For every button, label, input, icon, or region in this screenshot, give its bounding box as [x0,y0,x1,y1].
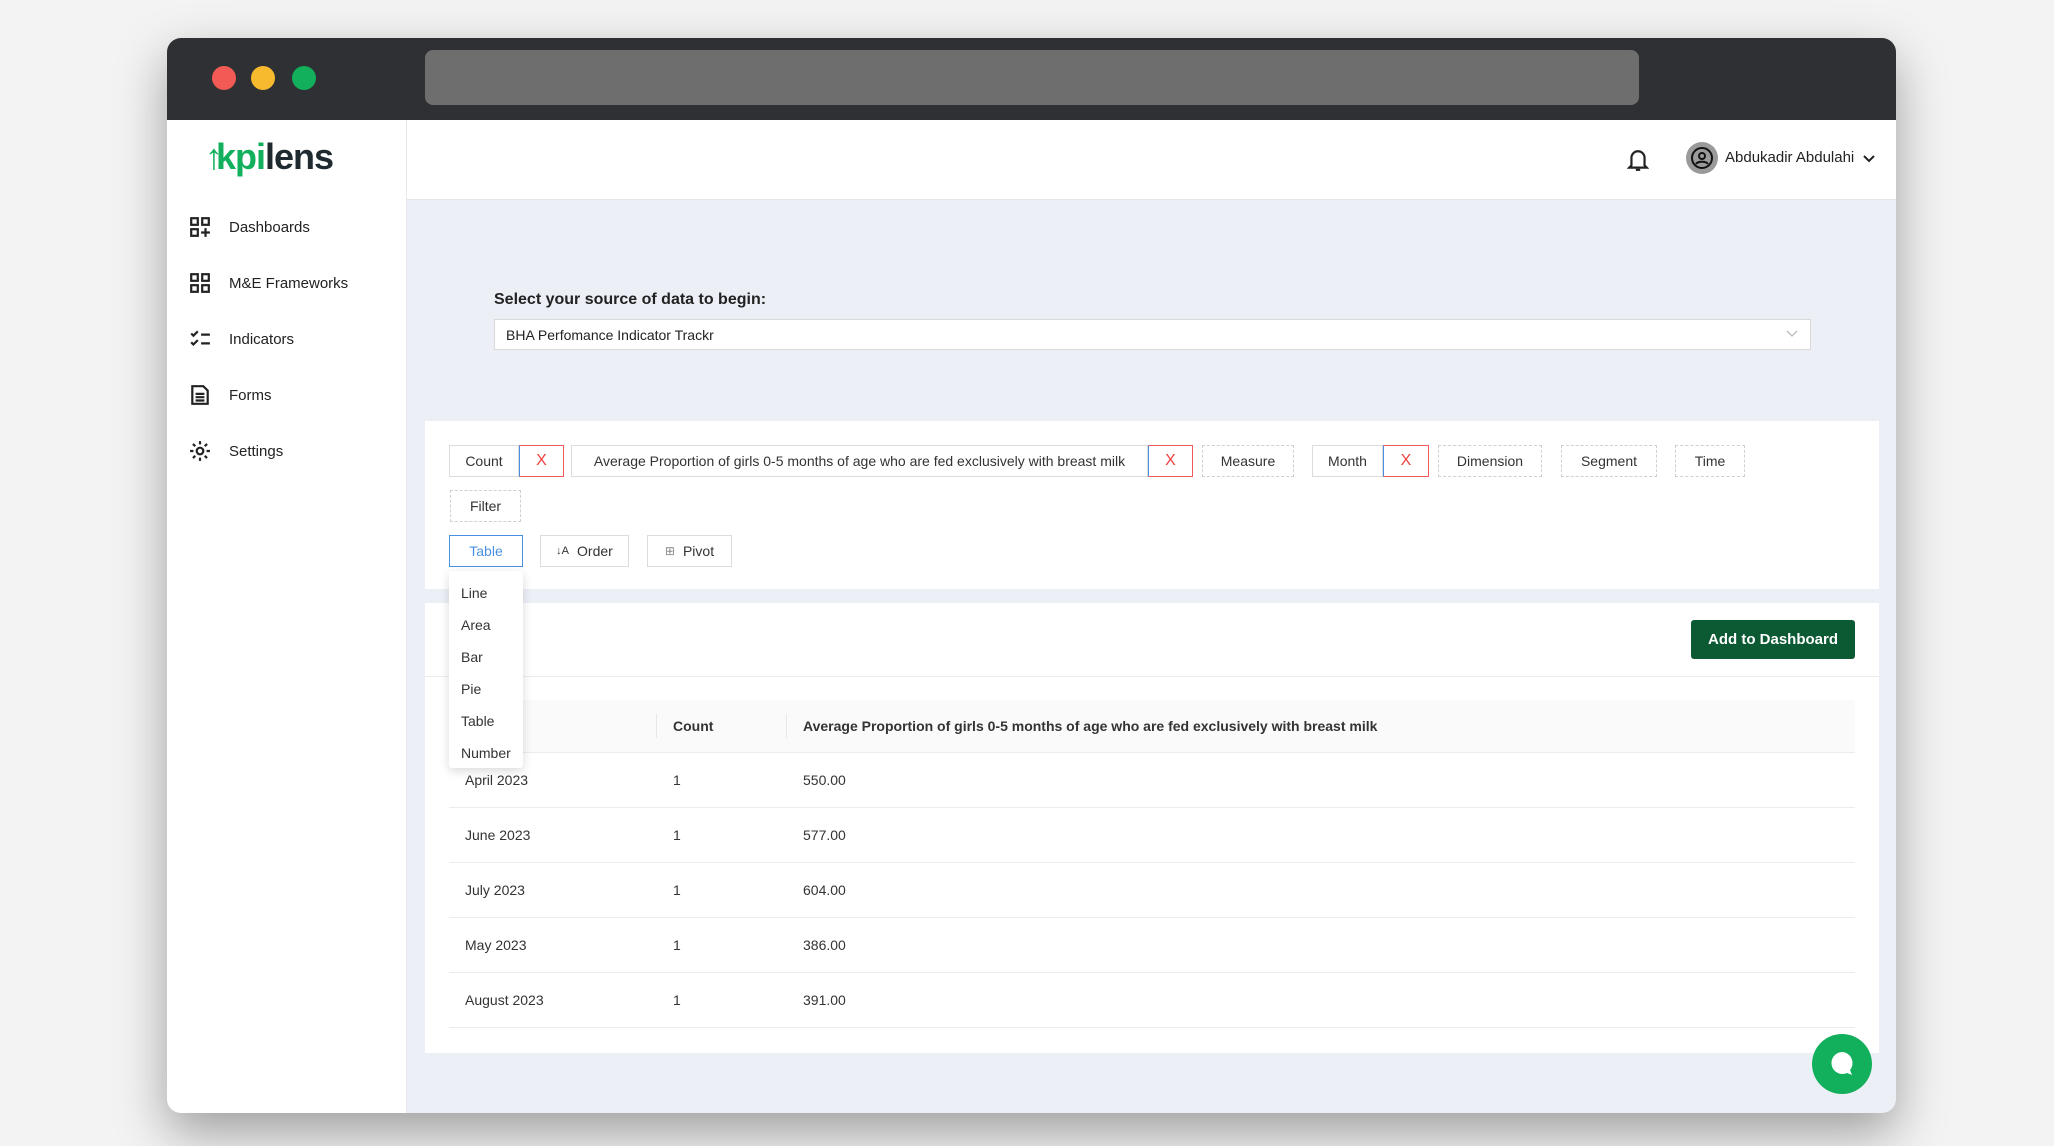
table-cell: 550.00 [803,772,846,788]
table-cell: 391.00 [803,992,846,1008]
chart-option-number[interactable]: Number [449,737,523,769]
remove-measure-count-button[interactable]: X [519,445,564,477]
document-icon [191,385,209,405]
table-cell: June 2023 [465,827,531,843]
pivot-icon: ⊞ [664,544,675,558]
chart-option-area[interactable]: Area [449,609,523,641]
table-cell: 1 [673,937,681,953]
sidebar: ↑kpilens Dashboards M&E Frameworks Indic… [167,120,407,1113]
sidebar-item-label: Dashboards [229,218,310,236]
add-time-button[interactable]: Time [1675,445,1745,477]
minimize-window-button[interactable] [251,66,275,90]
add-to-dashboard-button[interactable]: Add to Dashboard [1691,620,1855,659]
sidebar-item-frameworks[interactable]: M&E Frameworks [189,268,348,298]
grid-icon [190,273,210,293]
title-bar [167,38,1896,120]
sidebar-item-label: Indicators [229,330,295,348]
sidebar-item-label: M&E Frameworks [229,274,349,292]
pivot-label: Pivot [682,543,715,559]
gear-icon [190,441,210,461]
sidebar-item-label: Settings [229,442,284,460]
data-source-select[interactable]: BHA Perfomance Indicator Trackr [494,319,1811,350]
logo[interactable]: ↑kpilens [205,136,334,178]
table-header: Count Average Proportion of girls 0-5 mo… [449,700,1855,753]
chart-option-table[interactable]: Table [449,705,523,737]
pivot-button[interactable]: ⊞ Pivot [647,535,732,567]
table-cell: April 2023 [465,772,529,788]
chart-type-dropdown: Line Area Bar Pie Table Number [449,571,523,768]
sidebar-item-forms[interactable]: Forms [189,380,272,410]
column-header-avg-proportion[interactable]: Average Proportion of girls 0-5 months o… [803,718,1377,734]
maximize-window-button[interactable] [292,66,316,90]
add-measure-button[interactable]: Measure [1202,445,1294,477]
column-header-count[interactable]: Count [673,718,713,734]
sort-icon: ↓A [556,545,570,557]
sidebar-item-dashboards[interactable]: Dashboards [189,212,310,242]
bell-icon[interactable] [1627,148,1649,172]
data-source-value: BHA Perfomance Indicator Trackr [506,327,714,343]
chart-option-line[interactable]: Line [449,577,523,609]
sidebar-item-indicators[interactable]: Indicators [189,324,294,354]
table-cell: 577.00 [803,827,846,843]
add-dimension-button[interactable]: Dimension [1438,445,1542,477]
table-cell: 604.00 [803,882,846,898]
remove-dimension-month-button[interactable]: X [1383,445,1429,477]
divider [425,676,1879,677]
dashboard-add-icon [190,217,210,237]
dimension-chip-month[interactable]: Month [1312,445,1383,477]
sidebar-item-label: Forms [229,386,272,404]
add-segment-button[interactable]: Segment [1561,445,1657,477]
avatar[interactable] [1686,142,1718,174]
order-button[interactable]: ↓A Order [540,535,629,567]
table-cell: July 2023 [465,882,525,898]
measure-chip-avg-proportion[interactable]: Average Proportion of girls 0-5 months o… [571,445,1148,477]
table-cell: August 2023 [465,992,544,1008]
table-cell: 1 [673,772,681,788]
table-row: May 2023 1 386.00 [449,918,1855,973]
table-row: April 2023 1 550.00 [449,753,1855,808]
user-icon [1691,147,1713,169]
table-cell: 1 [673,992,681,1008]
top-header: Abdukadir Abdulahi [407,120,1896,200]
table-cell: 1 [673,882,681,898]
table-cell: May 2023 [465,937,527,953]
chat-button[interactable] [1812,1034,1872,1094]
close-window-button[interactable] [212,66,236,90]
source-label: Select your source of data to begin: [494,291,767,308]
remove-measure-avg-button[interactable]: X [1148,445,1193,477]
chart-option-bar[interactable]: Bar [449,641,523,673]
table-row: June 2023 1 577.00 [449,808,1855,863]
table-cell: 1 [673,827,681,843]
chart-option-pie[interactable]: Pie [449,673,523,705]
table-cell: 386.00 [803,937,846,953]
add-filter-button[interactable]: Filter [450,490,521,522]
address-bar[interactable] [425,50,1639,105]
table-row: July 2023 1 604.00 [449,863,1855,918]
user-name[interactable]: Abdukadir Abdulahi [1725,149,1854,166]
chat-bubble-icon [1831,1052,1853,1075]
chart-type-select[interactable]: Table [449,535,523,567]
order-label: Order [577,543,613,559]
measure-chip-count[interactable]: Count [449,445,519,477]
checklist-icon [190,330,210,347]
chevron-down-icon [1786,330,1798,337]
chevron-down-icon[interactable] [1862,153,1876,165]
sidebar-item-settings[interactable]: Settings [189,436,283,466]
table-row: August 2023 1 391.00 [449,973,1855,1028]
